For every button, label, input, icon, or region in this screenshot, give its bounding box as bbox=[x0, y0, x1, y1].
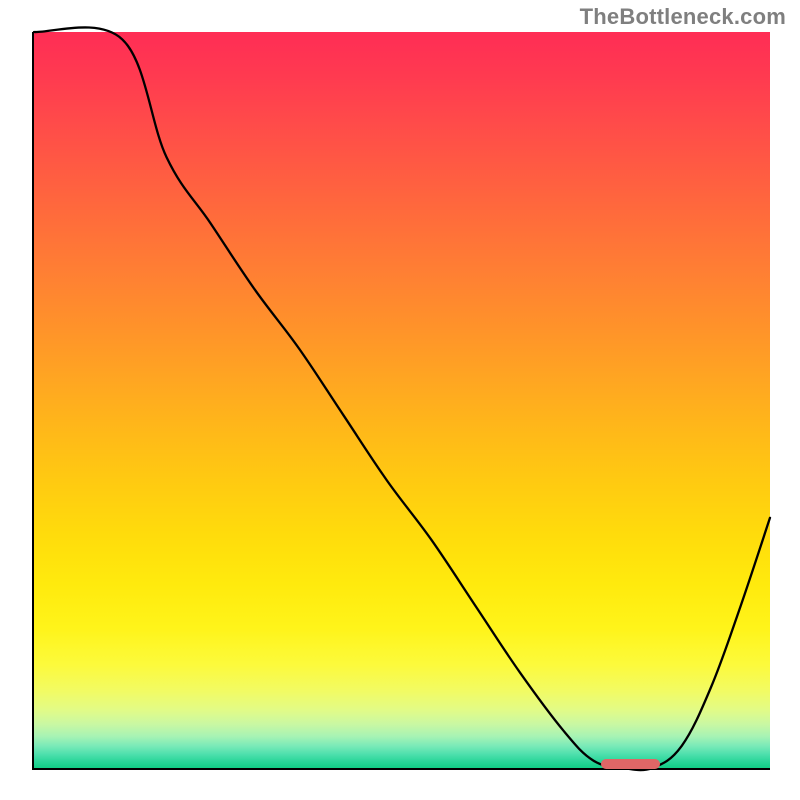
chart-plot-area bbox=[32, 32, 770, 770]
bottleneck-chart: TheBottleneck.com bbox=[0, 0, 800, 800]
watermark-text: TheBottleneck.com bbox=[580, 4, 786, 30]
